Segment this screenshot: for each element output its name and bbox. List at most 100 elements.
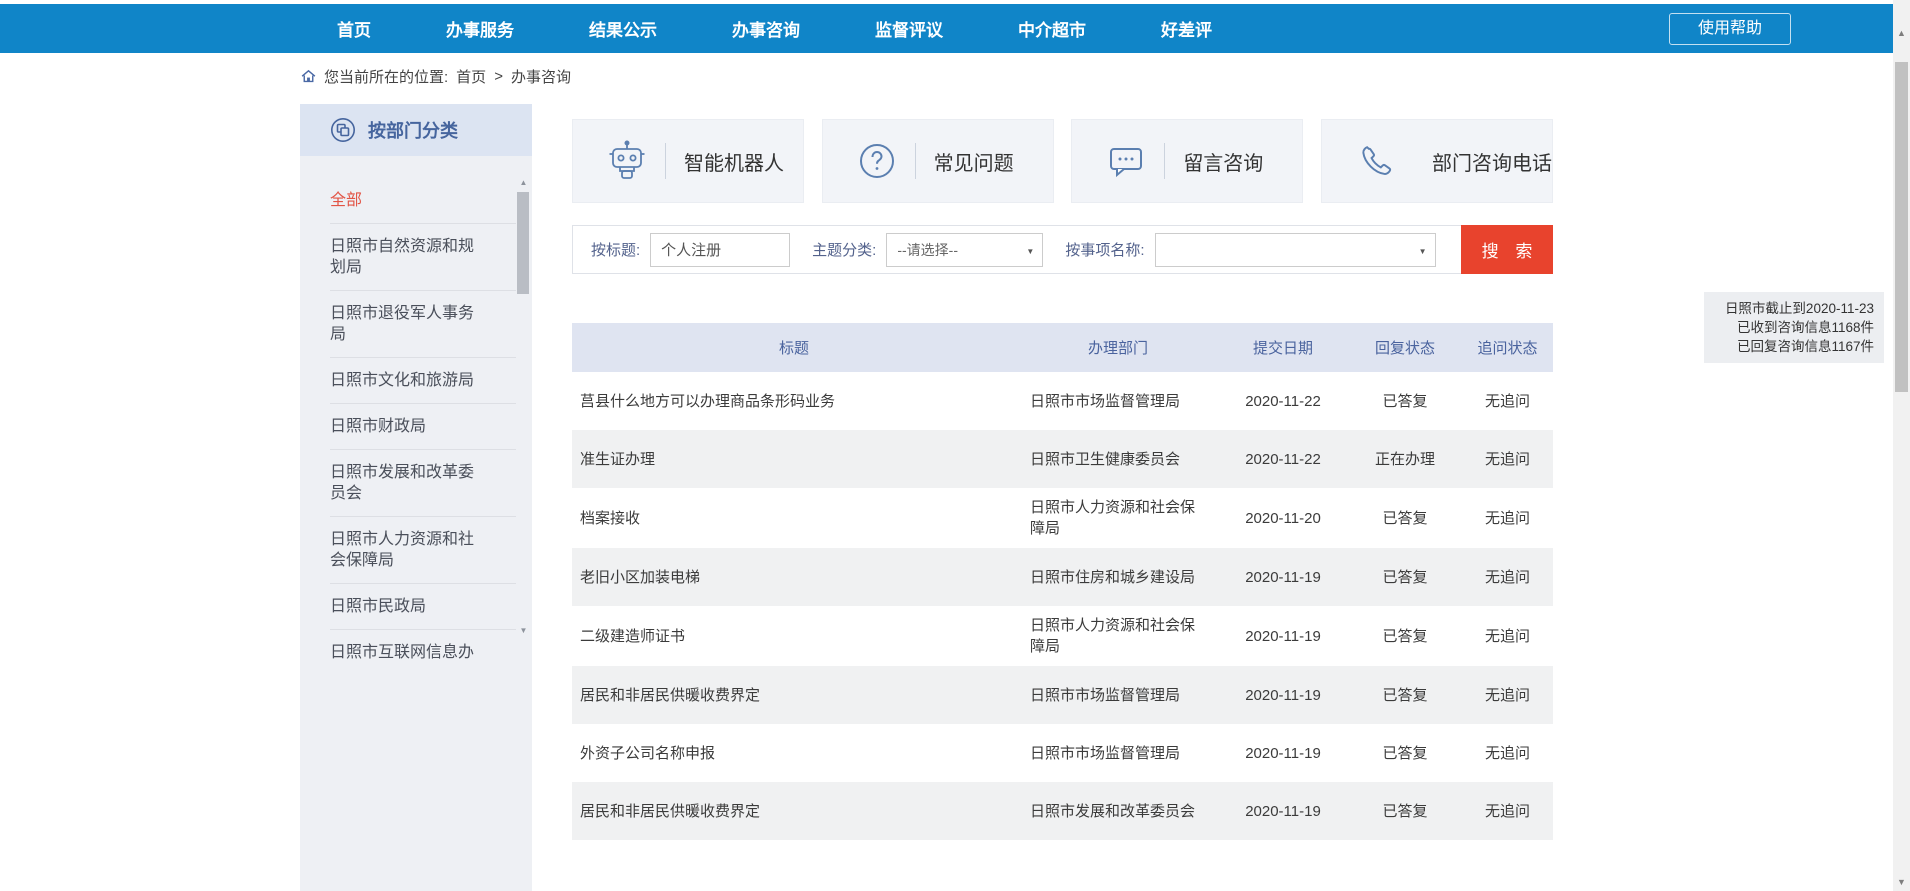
row-reply-status: 已答复 xyxy=(1348,567,1462,588)
help-button[interactable]: 使用帮助 xyxy=(1669,13,1791,45)
row-reply-status: 已答复 xyxy=(1348,508,1462,529)
table-row[interactable]: 外资子公司名称申报 日照市市场监督管理局 2020-11-19 已答复 无追问 xyxy=(572,724,1553,782)
faq-label: 常见问题 xyxy=(934,147,1014,176)
sidebar-title: 按部门分类 xyxy=(368,117,458,143)
scroll-down-icon[interactable]: ▼ xyxy=(517,626,530,635)
row-department: 日照市人力资源和社会保障局 xyxy=(1018,615,1218,657)
row-title[interactable]: 二级建造师证书 xyxy=(572,626,1018,647)
row-followup-status: 无追问 xyxy=(1462,743,1553,764)
table-row[interactable]: 居民和非居民供暖收费界定 日照市发展和改革委员会 2020-11-19 已答复 … xyxy=(572,782,1553,840)
row-date: 2020-11-19 xyxy=(1218,743,1348,764)
topic-select-value: --请选择-- xyxy=(897,240,958,260)
stats-replied-line: 已回复咨询信息1167件 xyxy=(1710,337,1874,356)
scroll-up-icon[interactable]: ▲ xyxy=(517,178,530,187)
row-date: 2020-11-19 xyxy=(1218,801,1348,822)
sidebar-item-human-resources[interactable]: 日照市人力资源和社会保障局 xyxy=(330,517,516,584)
table-row[interactable]: 二级建造师证书 日照市人力资源和社会保障局 2020-11-19 已答复 无追问 xyxy=(572,606,1553,666)
sidebar-item-finance[interactable]: 日照市财政局 xyxy=(330,404,516,450)
sidebar-item-culture-tourism[interactable]: 日照市文化和旅游局 xyxy=(330,358,516,404)
sidebar-item-development-reform[interactable]: 日照市发展和改革委员会 xyxy=(330,450,516,517)
row-reply-status: 正在办理 xyxy=(1348,449,1462,470)
sidebar-item-natural-resources[interactable]: 日照市自然资源和规划局 xyxy=(330,224,516,291)
row-reply-status: 已答复 xyxy=(1348,743,1462,764)
search-bar: 按标题: 主题分类: --请选择-- ▼ 按事项名称: ▼ 搜 索 xyxy=(572,225,1553,274)
page-scrollbar-thumb[interactable] xyxy=(1895,62,1908,392)
sidebar-item-all[interactable]: 全部 xyxy=(330,178,516,224)
smart-robot-label: 智能机器人 xyxy=(684,147,784,176)
page-scrollbar[interactable]: ▲ ▼ xyxy=(1893,0,1910,891)
table-row[interactable]: 居民和非居民供暖收费界定 日照市市场监督管理局 2020-11-19 已答复 无… xyxy=(572,666,1553,724)
robot-icon xyxy=(605,139,649,183)
sidebar-item-veterans-affairs[interactable]: 日照市退役军人事务局 xyxy=(330,291,516,358)
chevron-down-icon: ▼ xyxy=(1419,247,1427,256)
row-reply-status: 已答复 xyxy=(1348,801,1462,822)
consultation-table: 标题 办理部门 提交日期 回复状态 追问状态 莒县什么地方可以办理商品条形码业务… xyxy=(572,323,1553,840)
row-title[interactable]: 档案接收 xyxy=(572,508,1018,529)
page: 首页 办事服务 结果公示 办事咨询 监督评议 中介超市 好差评 使用帮助 您当前… xyxy=(0,0,1910,891)
row-date: 2020-11-19 xyxy=(1218,567,1348,588)
sidebar-header: 按部门分类 xyxy=(300,104,532,156)
item-name-filter-label: 按事项名称: xyxy=(1065,239,1144,260)
row-followup-status: 无追问 xyxy=(1462,801,1553,822)
breadcrumb-label: 您当前所在的位置: xyxy=(324,66,448,87)
leave-message-label: 留言咨询 xyxy=(1183,147,1263,176)
divider xyxy=(1164,143,1165,179)
row-title[interactable]: 外资子公司名称申报 xyxy=(572,743,1018,764)
row-followup-status: 无追问 xyxy=(1462,391,1553,412)
table-header-row: 标题 办理部门 提交日期 回复状态 追问状态 xyxy=(572,323,1553,372)
row-department: 日照市住房和城乡建设局 xyxy=(1018,567,1218,588)
sidebar-scrollbar[interactable]: ▲ ▼ xyxy=(517,176,530,646)
row-department: 日照市人力资源和社会保障局 xyxy=(1018,497,1218,539)
message-icon xyxy=(1104,139,1148,183)
sidebar-item-civil-affairs[interactable]: 日照市民政局 xyxy=(330,584,516,630)
row-date: 2020-11-22 xyxy=(1218,449,1348,470)
row-reply-status: 已答复 xyxy=(1348,685,1462,706)
topic-select[interactable]: --请选择-- ▼ xyxy=(886,233,1043,267)
row-title[interactable]: 老旧小区加装电梯 xyxy=(572,567,1018,588)
row-date: 2020-11-19 xyxy=(1218,685,1348,706)
phone-directory-button[interactable]: 部门咨询电话 xyxy=(1321,119,1553,203)
row-title[interactable]: 居民和非居民供暖收费界定 xyxy=(572,685,1018,706)
phone-icon xyxy=(1354,139,1398,183)
breadcrumb-home-link[interactable]: 首页 xyxy=(456,66,486,87)
item-name-select[interactable]: ▼ xyxy=(1155,233,1436,267)
nav-rating[interactable]: 好差评 xyxy=(1161,16,1212,41)
nav-agency-market[interactable]: 中介超市 xyxy=(1018,16,1086,41)
breadcrumb-separator: > xyxy=(494,68,503,85)
row-department: 日照市卫生健康委员会 xyxy=(1018,449,1218,470)
top-navbar: 首页 办事服务 结果公示 办事咨询 监督评议 中介超市 好差评 使用帮助 xyxy=(0,4,1893,53)
row-title[interactable]: 莒县什么地方可以办理商品条形码业务 xyxy=(572,391,1018,412)
table-row[interactable]: 老旧小区加装电梯 日照市住房和城乡建设局 2020-11-19 已答复 无追问 xyxy=(572,548,1553,606)
scroll-down-icon[interactable]: ▼ xyxy=(1893,877,1910,887)
title-filter-input[interactable] xyxy=(650,233,790,267)
nav-home[interactable]: 首页 xyxy=(337,16,371,41)
quick-links-row: 智能机器人 常见问题 留言咨 xyxy=(572,119,1553,203)
row-followup-status: 无追问 xyxy=(1462,567,1553,588)
faq-button[interactable]: 常见问题 xyxy=(822,119,1054,203)
nav-consult[interactable]: 办事咨询 xyxy=(732,16,800,41)
header-reply-status: 回复状态 xyxy=(1348,337,1462,358)
search-button[interactable]: 搜 索 xyxy=(1461,225,1553,274)
breadcrumb-current: 办事咨询 xyxy=(511,66,571,87)
leave-message-button[interactable]: 留言咨询 xyxy=(1071,119,1303,203)
divider xyxy=(665,143,666,179)
header-submit-date: 提交日期 xyxy=(1218,337,1348,358)
row-title[interactable]: 准生证办理 xyxy=(572,449,1018,470)
nav-results[interactable]: 结果公示 xyxy=(589,16,657,41)
department-list: 全部 日照市自然资源和规划局 日照市退役军人事务局 日照市文化和旅游局 日照市财… xyxy=(300,156,532,675)
smart-robot-button[interactable]: 智能机器人 xyxy=(572,119,804,203)
row-department: 日照市市场监督管理局 xyxy=(1018,391,1218,412)
question-icon xyxy=(855,139,899,183)
scroll-up-icon[interactable]: ▲ xyxy=(1893,28,1910,38)
divider xyxy=(915,143,916,179)
sidebar-item-internet-info[interactable]: 日照市互联网信息办 xyxy=(330,630,516,675)
table-row[interactable]: 莒县什么地方可以办理商品条形码业务 日照市市场监督管理局 2020-11-22 … xyxy=(572,372,1553,430)
nav-services[interactable]: 办事服务 xyxy=(446,16,514,41)
department-sidebar: 按部门分类 全部 日照市自然资源和规划局 日照市退役军人事务局 日照市文化和旅游… xyxy=(300,104,532,891)
table-row[interactable]: 准生证办理 日照市卫生健康委员会 2020-11-22 正在办理 无追问 xyxy=(572,430,1553,488)
row-followup-status: 无追问 xyxy=(1462,508,1553,529)
nav-supervision[interactable]: 监督评议 xyxy=(875,16,943,41)
table-row[interactable]: 档案接收 日照市人力资源和社会保障局 2020-11-20 已答复 无追问 xyxy=(572,488,1553,548)
sidebar-scrollbar-thumb[interactable] xyxy=(517,192,529,294)
row-title[interactable]: 居民和非居民供暖收费界定 xyxy=(572,801,1018,822)
